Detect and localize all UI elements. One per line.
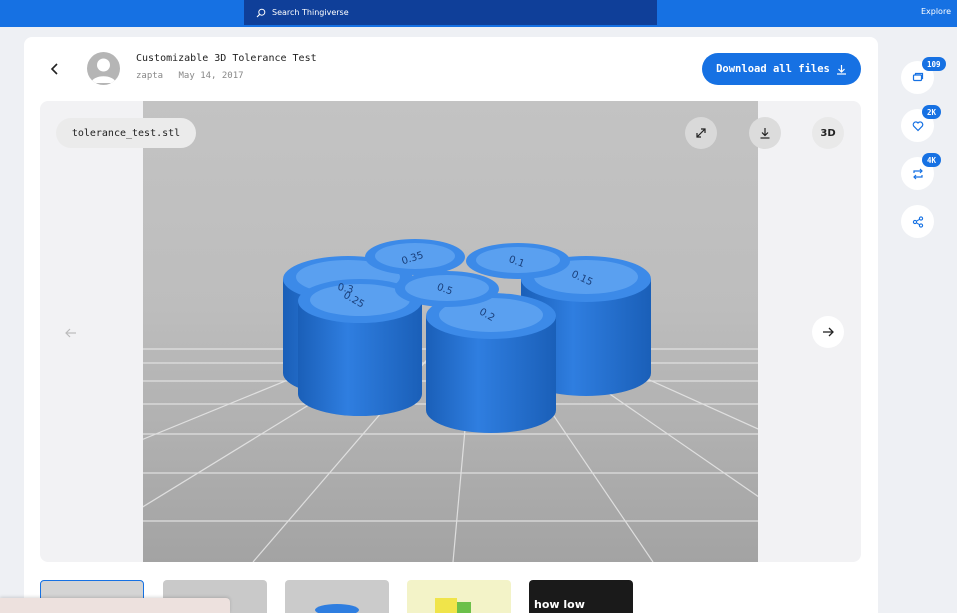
search-input[interactable]: Search Thingiverse	[244, 0, 657, 25]
expand-icon	[696, 128, 706, 138]
thumbnail-caption: how low	[534, 598, 585, 611]
thumbnail-image	[315, 604, 359, 613]
bottom-overlay-panel	[0, 598, 230, 613]
download-file-button[interactable]	[749, 117, 781, 149]
download-icon	[836, 64, 846, 75]
next-arrow-icon	[823, 327, 834, 337]
remixes-count-badge: 4K	[922, 153, 942, 167]
thumbnail-item[interactable]: how low	[529, 580, 633, 613]
comment-icon	[912, 72, 923, 81]
model-viewer[interactable]: 0.3 0.35 0.1 0.5 0.25 0.2 0.15	[40, 101, 861, 562]
back-button[interactable]	[44, 58, 66, 80]
search-icon	[254, 6, 268, 20]
thing-meta: zapta May 14, 2017	[136, 71, 244, 81]
share-icon	[912, 215, 923, 228]
three-d-view-button[interactable]: 3D	[812, 117, 844, 149]
download-icon	[760, 128, 770, 139]
heart-icon	[912, 120, 923, 131]
thumbnail-item[interactable]	[285, 580, 389, 613]
comments-count-badge: 109	[922, 57, 946, 71]
back-arrow-icon	[50, 63, 58, 75]
thing-title: Customizable 3D Tolerance Test	[136, 53, 317, 64]
model-render: 0.3 0.35 0.1 0.5 0.25 0.2 0.15	[143, 101, 758, 562]
thumbnail-image	[435, 598, 471, 613]
download-all-button[interactable]: Download all files	[702, 53, 861, 85]
publish-date: May 14, 2017	[178, 71, 244, 81]
author-link[interactable]: zapta	[136, 71, 163, 81]
avatar-icon	[91, 58, 116, 83]
search-placeholder: Search Thingiverse	[272, 8, 349, 17]
fullscreen-button[interactable]	[685, 117, 717, 149]
likes-count-badge: 2K	[922, 105, 942, 119]
remix-icon	[912, 168, 923, 179]
download-all-label: Download all files	[716, 63, 830, 75]
explore-link[interactable]: Explore	[921, 7, 951, 16]
prev-arrow-icon	[65, 328, 76, 338]
share-button[interactable]	[901, 205, 934, 238]
previous-image-button[interactable]	[60, 322, 82, 344]
avatar[interactable]	[87, 52, 120, 85]
next-image-button[interactable]	[812, 316, 844, 348]
top-navigation-bar: Search Thingiverse Explore	[0, 0, 957, 27]
thumbnail-item[interactable]	[407, 580, 511, 613]
file-name-chip[interactable]: tolerance_test.stl	[56, 118, 196, 148]
